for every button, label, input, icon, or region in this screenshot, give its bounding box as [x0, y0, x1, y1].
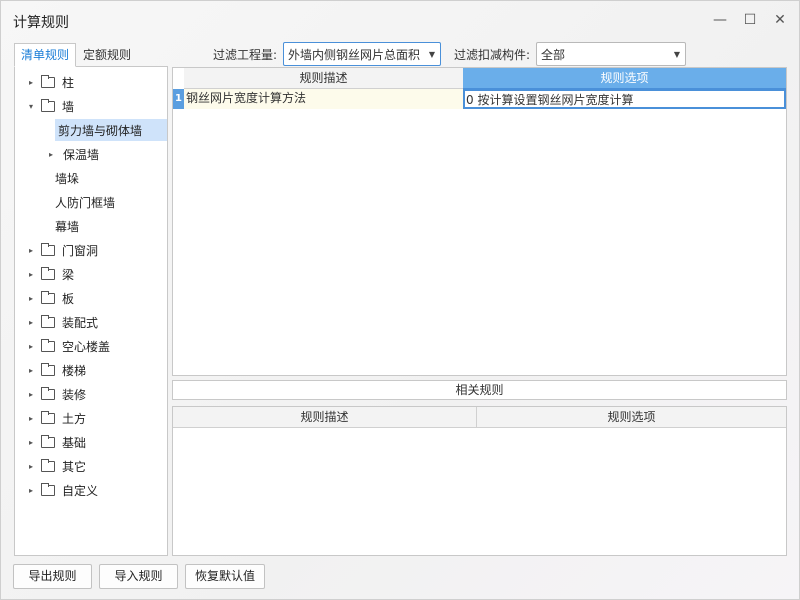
tree-item-label: 人防门框墙	[55, 195, 116, 210]
expand-arrow-icon[interactable]: ▸	[25, 246, 37, 255]
rule-tabs: 清单规则 定额规则	[14, 43, 138, 67]
folder-icon	[41, 482, 55, 496]
folder-icon	[41, 338, 55, 352]
export-rules-button[interactable]: 导出规则	[13, 564, 92, 589]
tree-item-label: 板	[62, 291, 75, 306]
tree-item-label: 其它	[62, 459, 87, 474]
expand-arrow-icon[interactable]: ▸	[25, 390, 37, 399]
import-rules-button[interactable]: 导入规则	[99, 564, 178, 589]
chevron-down-icon: ▼	[673, 50, 681, 59]
related-header-description[interactable]: 规则描述	[173, 407, 477, 428]
expand-arrow-icon[interactable]: ▸	[25, 414, 37, 423]
folder-icon	[41, 314, 55, 328]
expand-arrow-icon[interactable]: ▸	[25, 270, 37, 279]
tree-item-label: 剪力墙与砌体墙	[58, 123, 143, 138]
column-header-option[interactable]: 规则选项	[463, 68, 786, 89]
calculation-rules-dialog: 计算规则 — ☐ ✕ 清单规则 定额规则 过滤工程量: 外墙内侧钢丝网片总面积 …	[0, 0, 800, 600]
tree-item[interactable]: ▸ 板	[25, 287, 74, 309]
component-filter-select[interactable]: 全部 ▼	[536, 42, 687, 66]
quantity-filter-value: 外墙内侧钢丝网片总面积	[288, 47, 421, 62]
folder-icon	[41, 242, 55, 256]
tree-item[interactable]: ▸ 基础	[25, 431, 86, 453]
expand-arrow-icon[interactable]: ▸	[25, 78, 37, 87]
tree-item[interactable]: ▸ 其它	[25, 455, 86, 477]
tree-item[interactable]: 人防门框墙	[55, 191, 115, 213]
quantity-filter-label: 过滤工程量:	[213, 47, 278, 62]
tree-item-label: 装修	[62, 387, 87, 402]
restore-defaults-button[interactable]: 恢复默认值	[185, 564, 265, 589]
tree-item-label: 土方	[62, 411, 87, 426]
tree-item[interactable]: 剪力墙与砌体墙	[55, 119, 167, 141]
related-header-option[interactable]: 规则选项	[477, 407, 786, 428]
component-filter-value: 全部	[541, 47, 566, 62]
tree-item[interactable]: ▸ 保温墙	[45, 143, 99, 165]
tree-item-label: 保温墙	[63, 147, 100, 162]
folder-icon	[41, 290, 55, 304]
expand-arrow-icon[interactable]: ▸	[25, 318, 37, 327]
column-header-description[interactable]: 规则描述	[184, 68, 463, 89]
tree-item-label: 梁	[62, 267, 75, 282]
row-index[interactable]: 1	[173, 89, 184, 109]
rules-grid: 规则描述 规则选项 1 钢丝网片宽度计算方法 0 按计算设置钢丝网片宽度计算	[172, 67, 787, 376]
component-filter: 过滤扣减构件: 全部 ▼	[454, 42, 687, 66]
minimize-icon[interactable]: —	[711, 11, 729, 29]
tab-list-rules[interactable]: 清单规则	[14, 43, 77, 67]
tree-item-label: 装配式	[62, 315, 99, 330]
close-icon[interactable]: ✕	[771, 11, 789, 29]
tree-item-label: 自定义	[62, 483, 99, 498]
window-title: 计算规则	[13, 15, 69, 31]
tree-item[interactable]: ▸ 装配式	[25, 311, 98, 333]
rule-description-cell[interactable]: 钢丝网片宽度计算方法	[184, 89, 463, 109]
tree-item[interactable]: ▸ 楼梯	[25, 359, 86, 381]
tree-item-label: 柱	[62, 75, 75, 90]
tree-item[interactable]: 幕墙	[55, 215, 79, 237]
expand-arrow-icon[interactable]: ▸	[25, 294, 37, 303]
tree-item[interactable]: ▸ 柱	[25, 71, 74, 93]
tree-item[interactable]: ▸ 梁	[25, 263, 74, 285]
expand-arrow-icon[interactable]: ▸	[25, 462, 37, 471]
chevron-down-icon: ▼	[428, 50, 436, 59]
related-rules-grid: 规则描述 规则选项	[172, 406, 787, 556]
folder-icon	[41, 458, 55, 472]
expand-arrow-icon[interactable]: ▸	[25, 486, 37, 495]
rule-option-cell[interactable]: 0 按计算设置钢丝网片宽度计算	[463, 89, 786, 109]
tree-item[interactable]: ▾ 墙	[25, 95, 74, 117]
tree-item-label: 空心楼盖	[62, 339, 111, 354]
tree-item[interactable]: ▸ 自定义	[25, 479, 98, 501]
folder-icon	[41, 410, 55, 424]
tree-item[interactable]: ▸ 装修	[25, 383, 86, 405]
tree-item-label: 幕墙	[55, 219, 80, 234]
folder-icon	[41, 74, 55, 88]
tree-item[interactable]: ▸ 门窗洞	[25, 239, 98, 261]
component-tree: ▸ 柱 ▾ 墙剪力墙与砌体墙 ▸ 保温墙 墙垛 人防门框墙 幕墙 ▸ 门窗洞 ▸ 梁 ▸ 板 ▸ 装配式 ▸ 空心楼…	[14, 66, 168, 556]
tree-item-label: 门窗洞	[62, 243, 99, 258]
tree-item-label: 墙	[62, 99, 75, 114]
folder-icon	[41, 98, 55, 112]
related-rules-title: 相关规则	[172, 380, 787, 400]
tree-item-label: 楼梯	[62, 363, 87, 378]
folder-icon	[41, 362, 55, 376]
maximize-icon[interactable]: ☐	[741, 11, 759, 29]
tree-item[interactable]: ▸ 土方	[25, 407, 86, 429]
window-controls: — ☐ ✕	[711, 11, 789, 29]
folder-icon	[41, 386, 55, 400]
tree-item[interactable]: ▸ 空心楼盖	[25, 335, 110, 357]
expand-arrow-icon[interactable]: ▸	[25, 366, 37, 375]
expand-arrow-icon[interactable]: ▸	[45, 150, 57, 159]
expand-arrow-icon[interactable]: ▸	[25, 438, 37, 447]
tree-item-label: 基础	[62, 435, 87, 450]
tree-item-label: 墙垛	[55, 171, 80, 186]
collapse-arrow-icon[interactable]: ▾	[25, 102, 37, 111]
component-filter-label: 过滤扣减构件:	[454, 47, 531, 62]
tree-item[interactable]: 墙垛	[55, 167, 79, 189]
tab-quota-rules[interactable]: 定额规则	[76, 43, 138, 67]
expand-arrow-icon[interactable]: ▸	[25, 342, 37, 351]
quantity-filter-select[interactable]: 外墙内侧钢丝网片总面积 ▼	[283, 42, 442, 66]
folder-icon	[41, 266, 55, 280]
quantity-filter: 过滤工程量: 外墙内侧钢丝网片总面积 ▼	[213, 42, 442, 66]
folder-icon	[41, 434, 55, 448]
